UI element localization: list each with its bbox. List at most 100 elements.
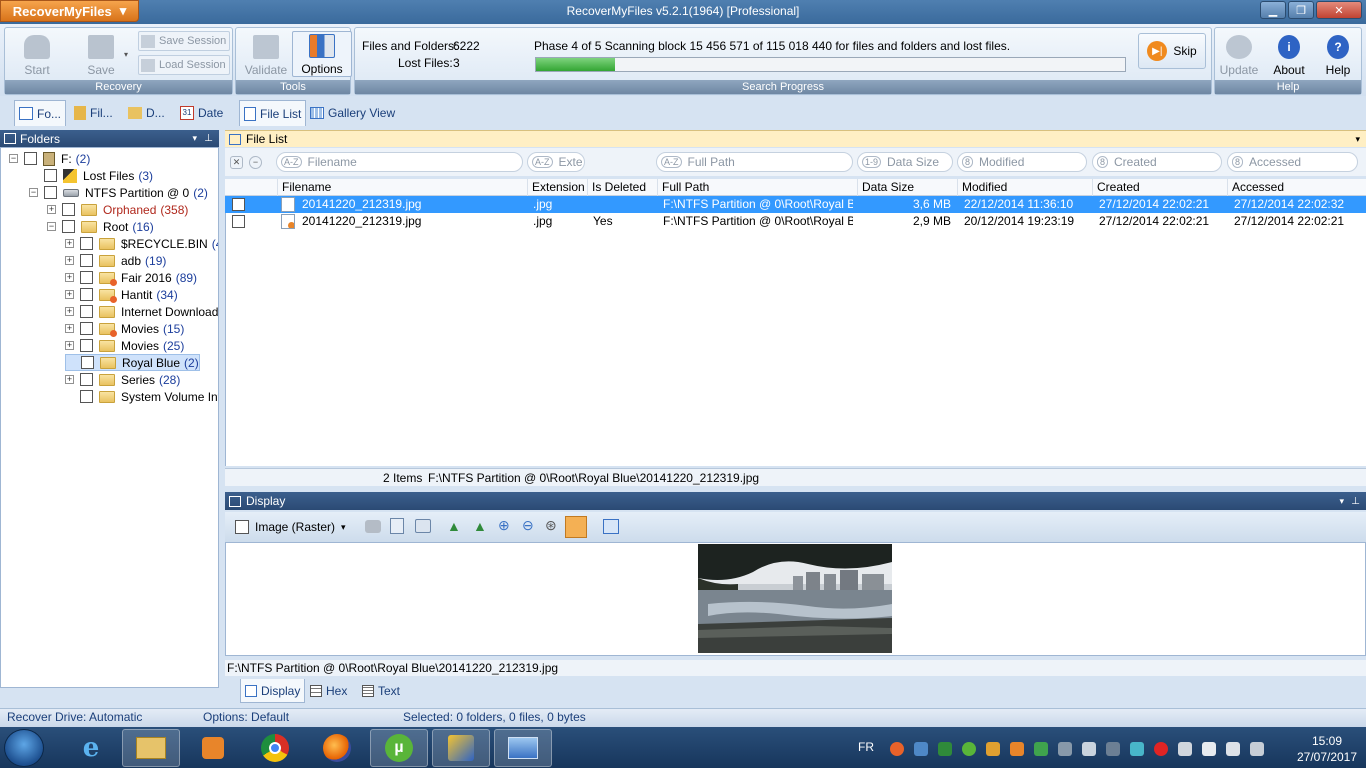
tree-node[interactable]: − F: (2) [9,150,90,167]
expand-icon[interactable]: + [47,205,56,214]
flip-vertical-icon[interactable]: ▲ [473,518,487,534]
column-data-size[interactable]: Data Size [857,179,957,196]
flag-tray-icon[interactable] [1202,742,1216,756]
close-button[interactable]: ✕ [1316,1,1362,19]
collapse-icon[interactable]: − [9,154,18,163]
tree-node[interactable]: + Internet Download M [65,303,218,320]
tab-deleted[interactable]: D... [124,100,169,126]
tree-checkbox[interactable] [80,373,93,386]
pane-menu-icon[interactable]: ▾ [1339,496,1344,507]
tab-hex[interactable]: Hex [306,679,351,703]
tab-date[interactable]: 31 Date [176,100,227,126]
antivirus-tray-icon[interactable] [1154,742,1168,756]
utorrent-icon[interactable]: µ [370,729,428,767]
about-button[interactable]: i About [1265,31,1313,77]
data-size-filter-input[interactable]: 1-9 Data Size [857,152,953,172]
tree-node[interactable]: + Orphaned (358) [47,201,188,218]
open-external-icon[interactable] [603,519,619,534]
tab-text[interactable]: Text [358,679,404,703]
expand-icon[interactable]: + [65,273,74,282]
update-tray-icon[interactable] [890,742,904,756]
accessed-filter-input[interactable]: 8 Accessed [1227,152,1358,172]
column-full-path[interactable]: Full Path [657,179,857,196]
tree-node[interactable]: + Movies (25) [65,337,184,354]
media-player-icon[interactable] [184,729,242,767]
network-tray-icon[interactable] [914,742,928,756]
tab-folders[interactable]: Fo... [14,100,67,126]
maximize-button[interactable]: ❐ [1288,1,1314,19]
language-indicator[interactable]: FR [858,740,874,754]
flip-horizontal-icon[interactable]: ▲ [447,518,461,534]
sync-tray-icon[interactable] [938,742,952,756]
validate-button[interactable]: Validate [236,31,296,77]
column-created[interactable]: Created [1092,179,1227,196]
internet-explorer-icon[interactable]: e [62,729,120,767]
clear-filters-icon[interactable]: ✕ [230,156,243,169]
photo-viewer-icon[interactable] [494,729,552,767]
load-session-button[interactable]: Load Session [138,55,230,75]
display-tray-icon[interactable] [1082,742,1096,756]
tree-node[interactable]: + Fair 2016 (89) [65,269,197,286]
pin-icon[interactable]: ⊥ [204,133,213,144]
print-icon[interactable] [415,519,431,533]
tab-file-type[interactable]: Fil... [70,100,117,126]
display-mode-dropdown[interactable]: Image (Raster) ▾ [235,515,346,539]
collapse-filters-icon[interactable]: − [249,156,262,169]
expand-icon[interactable]: + [65,256,74,265]
copy-icon[interactable] [390,518,404,534]
update-button[interactable]: Update [1215,31,1263,77]
start-button[interactable]: Start [7,31,67,77]
tree-checkbox[interactable] [80,254,93,267]
expand-icon[interactable]: + [65,324,74,333]
collapse-icon[interactable]: − [29,188,38,197]
help-button[interactable]: ? Help [1315,31,1361,77]
minimize-button[interactable]: ▁ [1260,1,1286,19]
table-row[interactable]: 20141220_212319.jpg .jpg F:\NTFS Partiti… [225,196,1366,213]
zoom-out-icon[interactable]: ⊖ [522,517,534,534]
zoom-in-icon[interactable]: ⊕ [498,517,510,534]
expand-icon[interactable]: + [65,239,74,248]
table-row[interactable]: 20141220_212319.jpg .jpg Yes F:\NTFS Par… [225,213,1366,230]
tree-node[interactable]: + Series (28) [65,371,180,388]
tree-node[interactable]: + Hantit (34) [65,286,178,303]
utorrent-tray-icon[interactable] [962,742,976,756]
tree-checkbox[interactable] [80,322,93,335]
tree-checkbox[interactable] [80,390,93,403]
expand-icon[interactable]: + [65,341,74,350]
actual-size-icon[interactable]: ⊛ [545,517,557,534]
tree-checkbox[interactable] [44,169,57,182]
file-explorer-icon[interactable] [122,729,180,767]
tools-tray-icon[interactable] [1178,742,1192,756]
firefox-icon[interactable] [308,729,366,767]
expand-icon[interactable]: + [65,375,74,384]
options-button[interactable]: Options [292,31,352,77]
app-menu-button[interactable]: RecoverMyFiles ▾ [0,0,139,22]
tree-checkbox[interactable] [81,356,94,369]
battery-tray-icon[interactable] [1226,742,1240,756]
pin-icon[interactable]: ⊥ [1351,496,1360,507]
row-checkbox[interactable] [232,198,245,211]
tree-node[interactable]: Royal Blue (2) [65,354,200,371]
volume-tray-icon[interactable] [1250,742,1264,756]
fit-to-window-icon[interactable] [565,516,587,538]
save-dropdown-icon[interactable]: ▾ [124,50,128,59]
tree-checkbox[interactable] [80,237,93,250]
audio-app-tray-icon[interactable] [986,742,1000,756]
hand-tool-icon[interactable] [365,520,381,533]
modified-filter-input[interactable]: 8 Modified [957,152,1087,172]
tab-file-list[interactable]: File List [239,100,307,126]
tree-node[interactable]: − Root (16) [47,218,154,235]
tree-node[interactable]: − NTFS Partition @ 0 (2) [29,184,208,201]
column-extension[interactable]: Extension [527,179,587,196]
app-tray-icon[interactable] [1010,742,1024,756]
check-tray-icon[interactable] [1034,742,1048,756]
tree-node[interactable]: + Movies (15) [65,320,184,337]
created-filter-input[interactable]: 8 Created [1092,152,1222,172]
expand-icon[interactable]: + [65,290,74,299]
tree-checkbox[interactable] [80,271,93,284]
tree-node[interactable]: Lost Files (3) [29,167,153,184]
chrome-icon[interactable] [246,729,304,767]
row-checkbox[interactable] [232,215,245,228]
device-tray-icon[interactable] [1058,742,1072,756]
full-path-filter-input[interactable]: A-Z Full Path [656,152,853,172]
